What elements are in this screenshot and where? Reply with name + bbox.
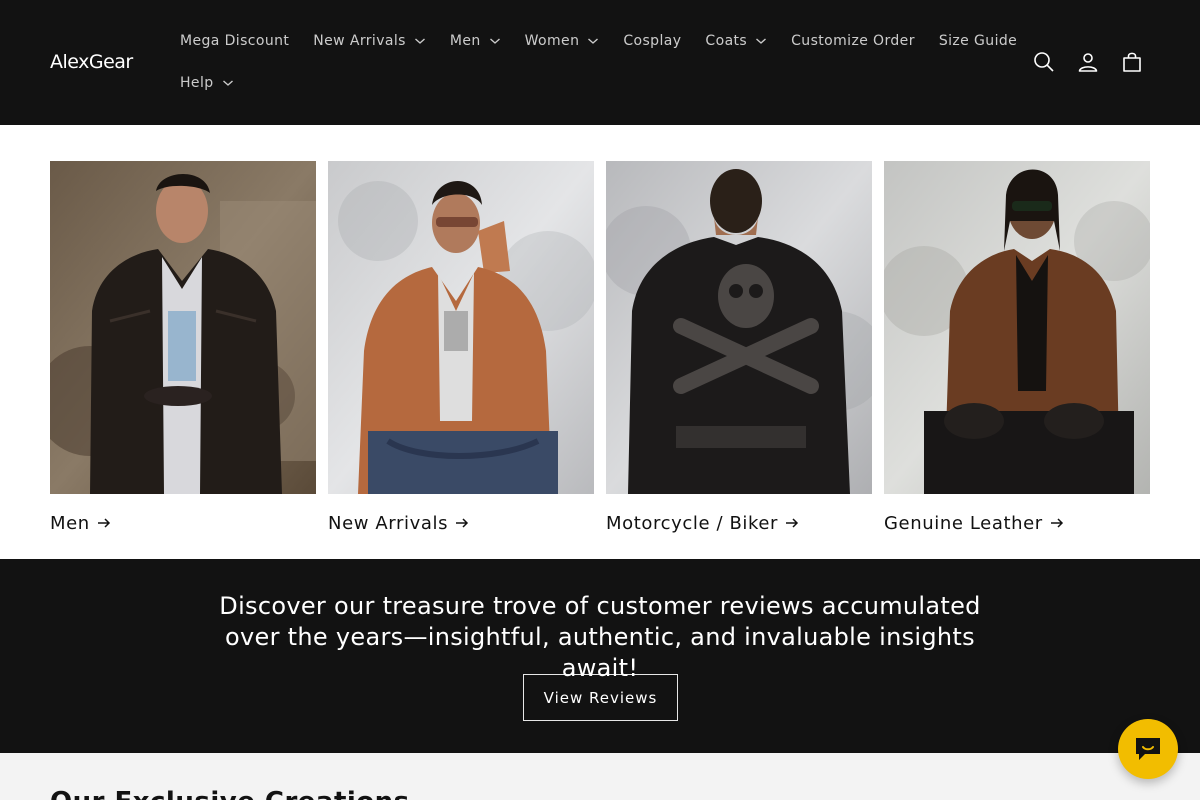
collection-title[interactable]: Men — [50, 510, 111, 536]
collection-card-new-arrivals[interactable]: New Arrivals — [328, 161, 594, 534]
chat-icon[interactable] — [1118, 719, 1178, 779]
collection-list: Men New Arrivals Motorcycle / Biker Genu… — [50, 161, 1150, 541]
nav-item-cosplay[interactable]: Cosplay — [611, 20, 693, 62]
nav-row-secondary: Help — [168, 62, 246, 104]
collection-image-new-arrivals — [328, 161, 594, 494]
nav-item-label: Coats — [705, 33, 748, 49]
nav-item-size-guide[interactable]: Size Guide — [927, 20, 1029, 62]
nav-item-men[interactable]: Men — [438, 20, 513, 62]
nav-item-label: Men — [449, 33, 481, 49]
collection-image-men — [50, 161, 316, 494]
chevron-down-icon — [489, 37, 501, 45]
collection-image-motorcycle-biker — [606, 161, 872, 494]
header-icons — [1022, 40, 1154, 84]
nav-item-new-arrivals[interactable]: New Arrivals — [301, 20, 438, 62]
exclusive-creations-section: Our Exclusive Creations — [0, 753, 1200, 800]
collection-title-text: Men — [50, 512, 90, 534]
collection-title[interactable]: Motorcycle / Biker — [606, 510, 799, 536]
logo-text: AlexGear — [50, 51, 133, 73]
arrow-right-icon — [785, 518, 799, 528]
section-heading: Our Exclusive Creations — [50, 787, 410, 800]
collection-card-motorcycle-biker[interactable]: Motorcycle / Biker — [606, 161, 872, 534]
collection-card-men[interactable]: Men — [50, 161, 316, 534]
collection-title-text: Genuine Leather — [884, 512, 1043, 534]
collection-card-genuine-leather[interactable]: Genuine Leather — [884, 161, 1150, 534]
nav-item-label: Size Guide — [938, 33, 1018, 49]
cart-icon[interactable] — [1110, 40, 1154, 84]
nav-item-label: Cosplay — [623, 33, 682, 49]
view-reviews-button[interactable]: View Reviews — [523, 674, 678, 721]
nav-item-label: Help — [180, 75, 214, 91]
nav-item-mega-discount[interactable]: Mega Discount — [168, 20, 301, 62]
collection-title-text: New Arrivals — [328, 512, 449, 534]
site-logo[interactable]: AlexGear — [50, 50, 133, 74]
nav-item-label: New Arrivals — [313, 33, 406, 49]
nav-row-primary: Mega Discount New Arrivals Men Women Cos… — [168, 20, 1029, 62]
collection-image-genuine-leather — [884, 161, 1150, 494]
reviews-banner-text: Discover our treasure trove of customer … — [219, 592, 981, 682]
nav-item-label: Mega Discount — [180, 33, 290, 49]
search-icon[interactable] — [1022, 40, 1066, 84]
arrow-right-icon — [1050, 518, 1064, 528]
account-icon[interactable] — [1066, 40, 1110, 84]
nav-item-help[interactable]: Help — [168, 62, 246, 104]
reviews-banner: Discover our treasure trove of customer … — [0, 559, 1200, 753]
collection-title[interactable]: Genuine Leather — [884, 510, 1064, 536]
nav-item-label: Customize Order — [791, 33, 915, 49]
chevron-down-icon — [222, 79, 234, 87]
nav-item-label: Women — [524, 33, 580, 49]
collection-title-text: Motorcycle / Biker — [606, 512, 779, 534]
nav-item-coats[interactable]: Coats — [693, 20, 779, 62]
nav-item-women[interactable]: Women — [513, 20, 612, 62]
chevron-down-icon — [587, 37, 599, 45]
arrow-right-icon — [97, 518, 111, 528]
site-header: AlexGear Mega Discount New Arrivals Men … — [0, 0, 1200, 125]
chevron-down-icon — [755, 37, 767, 45]
nav-item-customize-order[interactable]: Customize Order — [779, 20, 927, 62]
chevron-down-icon — [414, 37, 426, 45]
arrow-right-icon — [455, 518, 469, 528]
collection-title[interactable]: New Arrivals — [328, 510, 469, 536]
